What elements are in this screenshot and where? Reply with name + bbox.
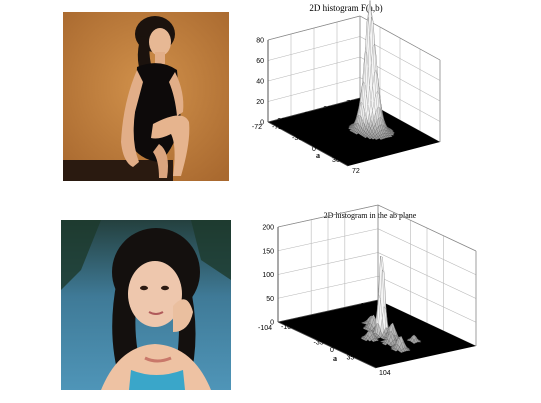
b-tick-label: 0 xyxy=(304,112,308,119)
z-tick-label: 50 xyxy=(266,296,274,303)
z-tick-label: 200 xyxy=(262,225,274,232)
a-tick-label: 104 xyxy=(379,370,391,377)
a-tick-label: 0 xyxy=(330,347,334,354)
a-tick-label: -104 xyxy=(281,324,295,331)
a-tick-label: 35 xyxy=(346,355,354,362)
z-tick-label: 40 xyxy=(256,79,264,86)
a-tick-label: -35 xyxy=(314,339,324,346)
b-tick-label: -104 xyxy=(258,325,272,332)
b-tick-label: 35 xyxy=(331,310,339,317)
z-tick-label: 80 xyxy=(256,38,264,45)
b-tick-label: 104 xyxy=(360,303,372,310)
z-tick-label: 20 xyxy=(256,99,264,106)
b-tick-label: -72 xyxy=(252,124,262,131)
a-tick-label: -72 xyxy=(272,124,282,131)
a-axis-label: a xyxy=(333,354,337,363)
z-tick-label: 100 xyxy=(262,272,274,279)
chart-title: 2D histogram in the ab plane xyxy=(324,211,417,220)
chart-title: 2D histogram F(a,b) xyxy=(309,3,382,13)
a-tick-label: 36 xyxy=(332,157,340,164)
b-tick-label: 36 xyxy=(323,106,331,113)
b-axis-label: b xyxy=(316,320,321,329)
a-tick-label: 72 xyxy=(352,168,360,175)
b-axis-label: b xyxy=(298,115,303,124)
chart-histogram-fab: 2D histogram F(a,b) 0 20 40 60 80 -72 -36 0 36 72… xyxy=(0,0,541,200)
b-tick-label: -35 xyxy=(295,318,305,325)
a-axis-label: a xyxy=(316,151,320,160)
z-tick-label: 60 xyxy=(256,58,264,65)
b-tick-label: 72 xyxy=(346,100,354,107)
z-tick-label: 150 xyxy=(262,248,274,255)
chart-histogram-ab-plane: 2D histogram in the ab plane 0 50 100 150 20… xyxy=(0,200,541,400)
a-tick-label: -36 xyxy=(292,135,302,142)
